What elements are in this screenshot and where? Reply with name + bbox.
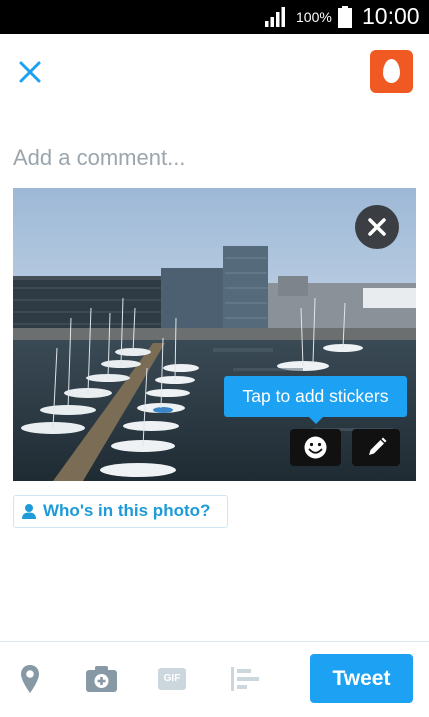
tag-people-button[interactable]: Who's in this photo? — [13, 495, 228, 528]
pencil-icon — [369, 437, 387, 455]
camera-icon[interactable] — [86, 666, 117, 692]
edit-photo-button[interactable] — [352, 429, 400, 466]
tag-people-label: Who's in this photo? — [43, 501, 211, 520]
clock: 10:00 — [362, 3, 420, 29]
battery-icon — [338, 6, 352, 28]
smiley-icon — [304, 436, 327, 459]
battery-percent: 100% — [296, 9, 332, 25]
close-icon — [368, 218, 386, 236]
poll-icon[interactable] — [231, 667, 261, 691]
tweet-button[interactable]: Tweet — [310, 654, 413, 703]
signal-icon — [265, 7, 285, 27]
comment-input[interactable] — [13, 140, 413, 176]
status-bar: 100% 10:00 — [0, 0, 429, 34]
close-icon[interactable] — [16, 58, 44, 86]
remove-photo-button[interactable] — [355, 205, 399, 249]
gif-label: GIF — [163, 673, 181, 684]
stickers-tooltip: Tap to add stickers — [224, 376, 407, 424]
sticker-button[interactable] — [290, 429, 341, 466]
gif-button[interactable]: GIF — [158, 668, 186, 690]
location-pin-icon[interactable] — [20, 664, 40, 694]
person-icon — [22, 504, 36, 519]
avatar[interactable] — [370, 50, 413, 93]
egg-avatar-icon — [383, 59, 400, 83]
